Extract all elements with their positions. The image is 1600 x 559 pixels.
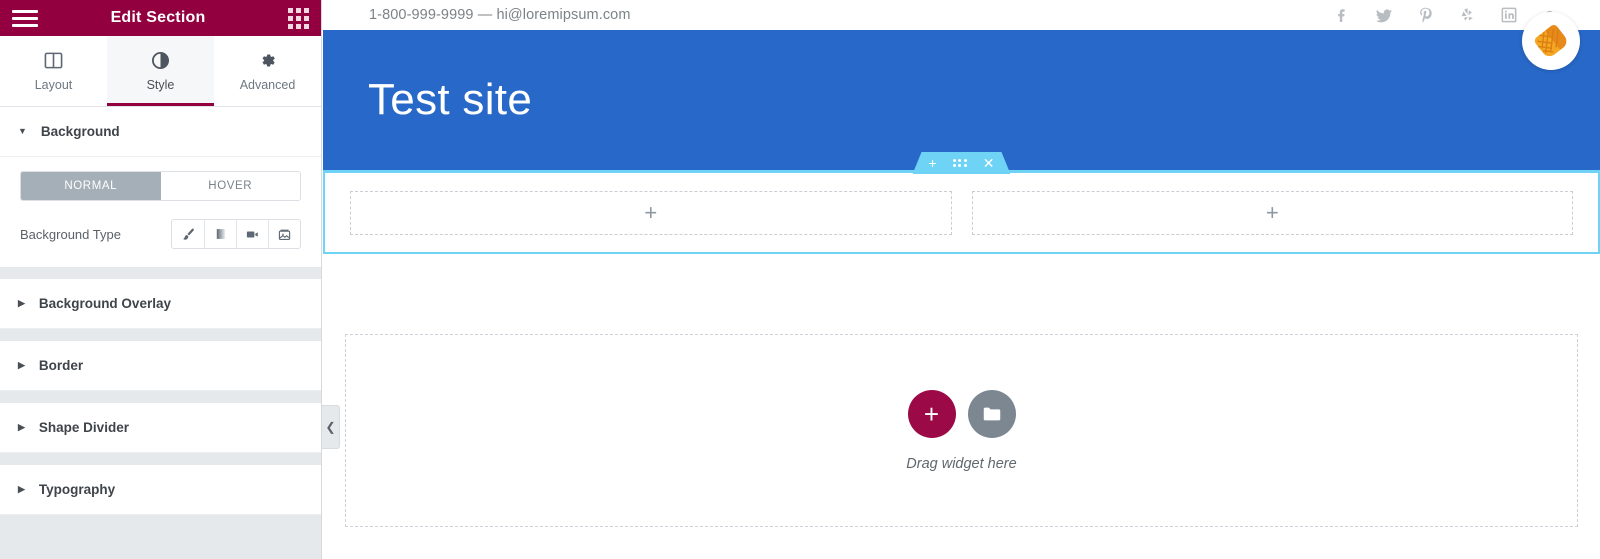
add-widget-button[interactable]: +	[907, 389, 956, 438]
slideshow-image-icon[interactable]	[268, 220, 300, 248]
section-label-shape-divider: Shape Divider	[38, 420, 129, 435]
background-type-row: Background Type	[20, 219, 301, 249]
elementor-editor: Edit Section Layout Style Advanced ▼ Bac…	[0, 0, 1600, 559]
panel-tabs: Layout Style Advanced	[0, 36, 321, 107]
canvas-gap	[323, 254, 1600, 334]
panel-divider	[0, 391, 321, 403]
background-type-label: Background Type	[20, 226, 121, 242]
site-title: Test site	[368, 75, 533, 124]
drag-dots-icon[interactable]	[953, 159, 967, 168]
preview-canvas: 1-800-999-9999 — hi@loremipsum.com Test …	[323, 0, 1600, 559]
hero-banner: Test site	[323, 30, 1600, 170]
tab-layout[interactable]: Layout	[0, 36, 107, 106]
drag-widget-label: Drag widget here	[906, 455, 1017, 472]
section-header-background-overlay[interactable]: ▶ Background Overlay	[0, 279, 321, 329]
panel-header: Edit Section	[0, 0, 321, 36]
toggle-normal[interactable]: NORMAL	[21, 172, 161, 200]
gradient-icon[interactable]	[204, 220, 236, 248]
section-label-background-overlay: Background Overlay	[38, 296, 171, 311]
tab-advanced-label: Advanced	[239, 77, 296, 92]
twitter-icon[interactable]	[1374, 5, 1394, 25]
panel-bottom-space	[0, 515, 321, 555]
section-header-border[interactable]: ▶ Border	[0, 341, 321, 391]
normal-hover-toggle: NORMAL HOVER	[20, 171, 301, 201]
panel-collapse-button[interactable]: ❮	[322, 405, 340, 449]
video-camera-icon[interactable]	[236, 220, 268, 248]
widget-drop-buttons: +	[907, 389, 1016, 438]
caret-right-icon: ▶	[18, 360, 25, 370]
section-header-shape-divider[interactable]: ▶ Shape Divider	[0, 403, 321, 453]
waffle-cone-badge-icon[interactable]	[1522, 12, 1580, 70]
site-topbar: 1-800-999-9999 — hi@loremipsum.com	[323, 0, 1600, 70]
gear-icon	[258, 51, 277, 71]
plus-icon[interactable]: +	[929, 156, 937, 170]
section-header-typography[interactable]: ▶ Typography	[0, 465, 321, 515]
tab-layout-label: Layout	[34, 77, 73, 92]
tab-style[interactable]: Style	[107, 36, 214, 106]
tab-style-label: Style	[146, 77, 175, 92]
selected-section[interactable]: + ✕ + +	[323, 170, 1600, 254]
facebook-icon[interactable]	[1332, 5, 1352, 25]
close-x-icon[interactable]: ✕	[983, 156, 995, 170]
pinterest-icon[interactable]	[1416, 5, 1436, 25]
chevron-left-icon: ❮	[325, 420, 336, 434]
section-header-background[interactable]: ▼ Background	[0, 107, 321, 157]
caret-down-icon: ▼	[18, 126, 27, 136]
section-label-border: Border	[38, 358, 84, 373]
paintbrush-icon[interactable]	[172, 220, 204, 248]
panel-divider	[0, 453, 321, 465]
contact-info: 1-800-999-9999 — hi@loremipsum.com	[369, 7, 631, 23]
caret-right-icon: ▶	[18, 484, 25, 494]
yelp-icon[interactable]	[1458, 5, 1478, 25]
panel-divider	[0, 329, 321, 341]
caret-right-icon: ▶	[18, 298, 25, 308]
templates-folder-button[interactable]	[967, 389, 1016, 438]
tab-advanced[interactable]: Advanced	[214, 36, 321, 106]
panel-title: Edit Section	[110, 9, 206, 26]
section-body-background: NORMAL HOVER Background Type	[0, 157, 321, 267]
panel-divider	[0, 267, 321, 279]
background-type-choices	[171, 219, 301, 249]
toggle-hover[interactable]: HOVER	[160, 172, 300, 200]
section-label-typography: Typography	[38, 482, 116, 497]
grid-apps-icon[interactable]	[288, 7, 309, 29]
widget-drop-area[interactable]: + Drag widget here	[345, 334, 1578, 527]
columns-icon	[44, 51, 63, 71]
caret-right-icon: ▶	[18, 422, 25, 432]
contrast-icon	[151, 51, 170, 71]
section-label-background: Background	[40, 124, 120, 139]
editor-panel: Edit Section Layout Style Advanced ▼ Bac…	[0, 0, 322, 559]
section-toolbar: + ✕	[913, 152, 1011, 174]
column-drop-1[interactable]: +	[350, 190, 952, 235]
column-drop-2[interactable]: +	[971, 190, 1573, 235]
linkedin-icon[interactable]	[1500, 6, 1518, 24]
